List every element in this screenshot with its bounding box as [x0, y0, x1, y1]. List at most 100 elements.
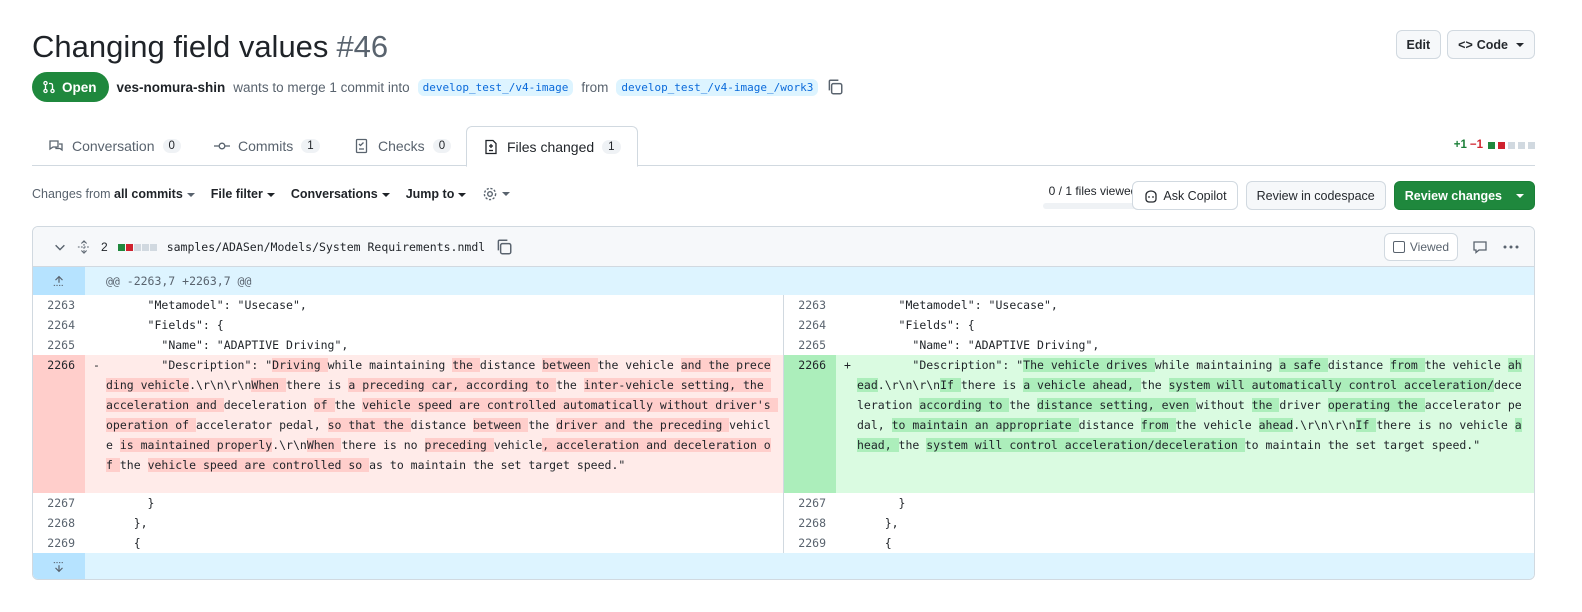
diffstat-block — [1508, 141, 1515, 149]
file-path[interactable]: samples/ADASen/Models/System Requirement… — [167, 240, 486, 254]
pr-title-text: Changing field values — [32, 29, 329, 64]
ask-copilot-label: Ask Copilot — [1163, 188, 1227, 203]
diff-text: "Description": " — [857, 358, 1024, 372]
comment-icon[interactable] — [1472, 239, 1488, 255]
diffstat-block — [1498, 141, 1505, 149]
diff-row: 2263 "Metamodel": "Usecase", — [33, 295, 783, 315]
diff-row-added: 2266 + "Description": "The vehicle drive… — [784, 355, 1534, 493]
diff-file: 2 samples/ADASen/Models/System Requireme… — [32, 226, 1535, 580]
line-number[interactable]: 2264 — [33, 315, 85, 335]
base-branch[interactable]: develop_test_/v4-image — [417, 78, 574, 96]
diff-highlight: of — [313, 398, 335, 412]
line-number[interactable]: 2267 — [33, 493, 85, 513]
diff-highlight: to maintain an appropriate — [891, 418, 1079, 432]
tab-conversation-label: Conversation — [72, 138, 155, 154]
pr-author[interactable]: ves-nomura-shin — [117, 80, 226, 95]
diff-highlight: If — [1355, 418, 1377, 432]
fold-down-icon — [53, 562, 65, 573]
expand-up-button[interactable] — [33, 267, 85, 295]
unfold-icon[interactable] — [77, 240, 91, 254]
changes-from-menu[interactable]: Changes from all commits — [32, 187, 195, 201]
changes-from-prefix: Changes from — [32, 187, 111, 201]
diff-highlight: from — [1140, 418, 1176, 432]
copy-icon[interactable] — [495, 238, 513, 256]
line-number[interactable]: 2268 — [784, 513, 836, 533]
line-number[interactable]: 2263 — [33, 295, 85, 315]
viewed-label: Viewed — [1409, 240, 1449, 254]
ask-copilot-button[interactable]: Ask Copilot — [1132, 181, 1238, 210]
diffstat-block — [149, 243, 157, 251]
code-button[interactable]: <> Code — [1447, 30, 1535, 59]
file-diff-icon — [485, 139, 497, 154]
diff-text: distance — [1078, 418, 1141, 432]
diff-toolbar: Changes from all commits File filter Con… — [32, 186, 511, 202]
hunk-header-text: @@ -2263,7 +2263,7 @@ — [106, 274, 252, 288]
line-number[interactable]: 2266 — [784, 355, 836, 493]
diff-text: distance — [1327, 358, 1391, 372]
diff-text: the — [1140, 378, 1169, 392]
jump-to-label: Jump to — [405, 187, 455, 201]
expand-down-button[interactable] — [33, 553, 85, 579]
file-filter-label: File filter — [210, 187, 263, 201]
pr-tabs: Conversation 0 Commits 1 Checks 0 Files … — [32, 126, 1535, 167]
file-filter-menu[interactable]: File filter — [211, 187, 275, 201]
review-in-codespace-button[interactable]: Review in codespace — [1245, 181, 1386, 210]
diff-text: distance — [410, 418, 473, 432]
diff-highlight: preceding — [424, 438, 494, 452]
files-viewed-progress: 0 / 1 files viewed — [1043, 184, 1143, 209]
jump-to-menu[interactable]: Jump to — [406, 187, 467, 201]
diff-row: 2267 } — [33, 493, 783, 513]
diff-row-deleted: 2266 - "Description": "Driving while mai… — [33, 355, 783, 493]
copy-icon[interactable] — [826, 78, 844, 96]
diff-row: 2264 "Fields": { — [33, 315, 783, 335]
line-number[interactable]: 2265 — [784, 335, 836, 355]
gear-icon — [484, 187, 497, 201]
diffstat-block — [125, 243, 133, 251]
line-number[interactable]: 2266 — [33, 355, 85, 493]
head-branch[interactable]: develop_test_/v4-image_/work3 — [616, 78, 819, 96]
line-number[interactable]: 2268 — [33, 513, 85, 533]
tab-checks[interactable]: Checks 0 — [354, 126, 452, 166]
viewed-checkbox[interactable]: Viewed — [1383, 233, 1458, 261]
line-number[interactable]: 2269 — [33, 533, 85, 553]
diff-highlight: between — [542, 358, 598, 372]
kebab-horizontal-icon[interactable] — [1502, 239, 1520, 255]
line-number[interactable]: 2264 — [784, 315, 836, 335]
changes-from-value: all commits — [114, 187, 183, 201]
line-number[interactable]: 2265 — [33, 335, 85, 355]
diff-text: the — [119, 458, 148, 472]
tab-commits[interactable]: Commits 1 — [214, 126, 320, 166]
diff-highlight: between — [472, 418, 529, 432]
pr-title: Changing field values #46 — [32, 28, 388, 66]
diff-text: without — [1196, 398, 1252, 412]
diff-highlight: operating the — [1327, 398, 1425, 412]
diff-highlight: system will automatically control accele… — [1168, 378, 1495, 392]
diff-text: while maintaining — [1154, 358, 1280, 372]
diff-row: 2267 } — [784, 493, 1534, 513]
diff-highlight: vehicle speed are controlled so — [147, 458, 370, 472]
review-changes-button[interactable]: Review changes — [1393, 181, 1535, 210]
tab-files-changed[interactable]: Files changed 1 — [466, 126, 638, 167]
diff-text: there is — [286, 378, 349, 392]
diff-text: as to maintain the set target speed." — [369, 458, 626, 472]
settings-menu[interactable] — [482, 186, 511, 202]
diff-highlight: according to — [919, 398, 1010, 412]
conversations-menu[interactable]: Conversations — [291, 187, 390, 201]
line-number[interactable]: 2267 — [784, 493, 836, 513]
line-number[interactable]: 2263 — [784, 295, 836, 315]
edit-button[interactable]: Edit — [1395, 30, 1442, 59]
diff-text: to maintain the set target speed." — [1244, 438, 1481, 452]
git-commit-icon — [214, 142, 230, 150]
diffstat-block — [117, 243, 125, 251]
diffstat-block — [1488, 141, 1495, 149]
tab-conversation[interactable]: Conversation 0 — [48, 126, 181, 166]
diff-text: vehicle — [493, 438, 543, 452]
review-changes-label: Review changes — [1404, 188, 1502, 203]
line-number[interactable]: 2269 — [784, 533, 836, 553]
diff-row: 2265 "Name": "ADAPTIVE Driving", — [784, 335, 1534, 355]
diff-row: 2264 "Fields": { — [784, 315, 1534, 335]
chevron-down-icon[interactable] — [53, 240, 67, 254]
diff-text: there is no vehicle — [1376, 418, 1515, 432]
chevron-down-icon — [186, 192, 195, 197]
diff-text: while maintaining — [327, 358, 453, 372]
